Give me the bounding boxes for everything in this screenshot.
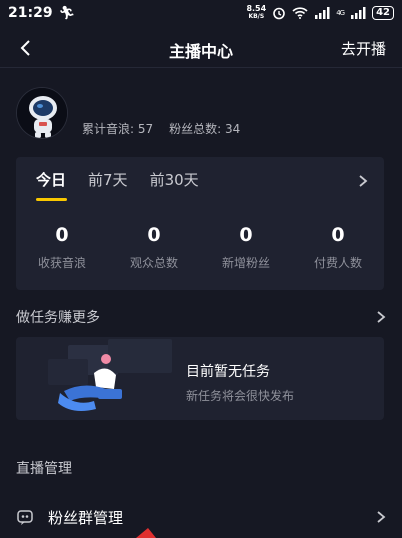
section-title: 做任务赚更多 xyxy=(16,310,100,326)
stats-card: 今日 前7天 前30天 0 收获音浪 0 观众总数 0 新增粉丝 0 付费人数 xyxy=(16,157,384,290)
network-type: 4G xyxy=(336,9,345,17)
metric-value: 0 xyxy=(147,224,161,246)
metric-sound-waves: 0 收获音浪 xyxy=(16,224,108,271)
signal-icon-1 xyxy=(315,7,330,19)
astronaut-avatar-icon xyxy=(17,88,67,138)
network-speed-unit: KB/S xyxy=(248,13,265,20)
chevron-right-icon[interactable] xyxy=(376,310,386,324)
empty-title: 目前暂无任务 xyxy=(186,364,270,380)
metric-viewers: 0 观众总数 xyxy=(108,224,200,271)
tasks-section-header[interactable]: 做任务赚更多 xyxy=(16,307,386,327)
profile-summary: 累计音浪: 57 粉丝总数: 34 xyxy=(16,87,240,139)
chevron-right-icon[interactable] xyxy=(358,174,368,188)
status-time: 21:29 xyxy=(8,5,53,21)
task-empty-card: 目前暂无任务 新任务将会很快发布 xyxy=(16,337,384,420)
metric-new-fans: 0 新增粉丝 xyxy=(200,224,292,271)
profile-stats: 累计音浪: 57 粉丝总数: 34 xyxy=(82,120,240,137)
metric-label: 付费人数 xyxy=(313,256,362,270)
status-icons: 8.54 KB/S 4G 42 xyxy=(246,5,394,21)
empty-task-illustration xyxy=(48,339,172,411)
metric-value: 0 xyxy=(239,224,253,246)
metric-label: 观众总数 xyxy=(129,256,178,270)
start-live-button[interactable]: 去开播 xyxy=(341,38,386,59)
battery-indicator: 42 xyxy=(372,6,394,20)
chevron-right-icon xyxy=(377,511,386,523)
running-person-icon: 🏃︎ xyxy=(58,5,76,21)
avatar[interactable] xyxy=(16,87,68,139)
network-speed: 8.54 KB/S xyxy=(246,5,266,21)
fan-group-icon xyxy=(17,510,33,525)
total-fans: 粉丝总数: 34 xyxy=(169,121,241,136)
tab-7-days[interactable]: 前7天 xyxy=(88,169,128,190)
row-label: 粉丝群管理 xyxy=(48,508,124,527)
tab-30-days[interactable]: 前30天 xyxy=(150,169,199,190)
tab-today[interactable]: 今日 xyxy=(36,169,66,190)
wifi-icon xyxy=(292,7,308,19)
red-arrow-indicator xyxy=(136,528,156,538)
network-speed-value: 8.54 xyxy=(246,4,267,13)
task-empty-text: 目前暂无任务 新任务将会很快发布 xyxy=(186,361,294,404)
status-bar: 21:29 🏃︎ 8.54 KB/S 4G 42 xyxy=(0,0,402,26)
metric-paying-users: 0 付费人数 xyxy=(292,224,384,271)
metric-label: 新增粉丝 xyxy=(221,256,270,270)
total-sound-waves: 累计音浪: 57 xyxy=(82,121,154,136)
active-tab-indicator xyxy=(36,198,67,201)
metrics-row: 0 收获音浪 0 观众总数 0 新增粉丝 0 付费人数 xyxy=(16,224,384,271)
empty-subtitle: 新任务将会很快发布 xyxy=(186,389,295,403)
period-tabs: 今日 前7天 前30天 xyxy=(36,169,199,190)
nav-bar: 主播中心 去开播 xyxy=(0,28,402,68)
metric-value: 0 xyxy=(331,224,345,246)
live-manage-section-header: 直播管理 xyxy=(16,458,386,478)
alarm-icon xyxy=(273,7,285,20)
metric-value: 0 xyxy=(55,224,69,246)
signal-icon-2 xyxy=(351,7,366,19)
section-title: 直播管理 xyxy=(16,461,72,477)
fan-group-manage-row[interactable]: 粉丝群管理 xyxy=(16,504,386,530)
metric-label: 收获音浪 xyxy=(37,256,86,270)
